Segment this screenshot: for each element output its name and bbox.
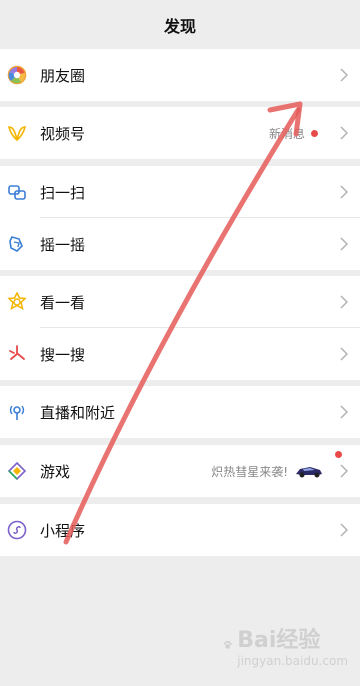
row-search[interactable]: 搜一搜 — [0, 328, 360, 380]
shake-icon — [6, 233, 28, 255]
top-stories-icon — [6, 291, 28, 313]
chevron-right-icon — [336, 294, 352, 310]
page-title: 发现 — [163, 17, 196, 36]
row-label-shake: 摇一摇 — [40, 235, 86, 254]
row-mini-programs[interactable]: 小程序 — [0, 504, 360, 556]
row-label-live-nearby: 直播和附近 — [40, 403, 116, 422]
new-message-dot — [311, 129, 318, 137]
mini-programs-icon — [6, 519, 28, 541]
new-message-text: 新消息 — [268, 126, 305, 141]
row-scan[interactable]: 扫一扫 — [0, 166, 360, 218]
chevron-right-icon — [336, 67, 352, 83]
row-top-stories[interactable]: 看一看 — [0, 276, 360, 328]
games-promo-text: 炽热彗星来袭! — [211, 464, 288, 479]
row-label-games: 游戏 — [40, 462, 71, 481]
watermark-subtext: jingyan.baidu.com — [237, 654, 348, 668]
chevron-right-icon — [336, 184, 352, 200]
chevron-right-icon — [336, 236, 352, 252]
row-label-mini-programs: 小程序 — [40, 521, 86, 540]
watermark-logo: Bai经验 jingyan.baidu.com — [222, 620, 348, 670]
live-nearby-icon — [6, 401, 28, 423]
row-label-top-stories: 看一看 — [40, 293, 86, 312]
chevron-right-icon — [336, 404, 352, 420]
games-icon — [6, 460, 28, 482]
paw-icon — [223, 640, 232, 649]
row-shake[interactable]: 摇一摇 — [0, 218, 360, 270]
chevron-right-icon — [336, 346, 352, 362]
games-notification-dot — [335, 451, 342, 458]
chevron-right-icon — [336, 125, 352, 141]
watermark-text: Bai经验 — [237, 628, 321, 653]
row-games[interactable]: 游戏 炽热彗星来袭! — [0, 445, 360, 497]
channels-icon — [6, 122, 28, 144]
row-moments[interactable]: 朋友圈 — [0, 49, 360, 101]
moments-icon — [6, 64, 28, 86]
row-label-channels: 视频号 — [40, 124, 86, 143]
race-car-thumbnail — [294, 463, 324, 479]
row-label-moments: 朋友圈 — [40, 66, 86, 85]
search-icon — [6, 343, 28, 365]
row-channels[interactable]: 视频号 新消息 — [0, 107, 360, 159]
chevron-right-icon — [336, 463, 352, 479]
row-label-search: 搜一搜 — [40, 345, 86, 364]
row-label-scan: 扫一扫 — [40, 183, 86, 202]
chevron-right-icon — [336, 522, 352, 538]
row-live-nearby[interactable]: 直播和附近 — [0, 386, 360, 438]
scan-icon — [6, 181, 28, 203]
